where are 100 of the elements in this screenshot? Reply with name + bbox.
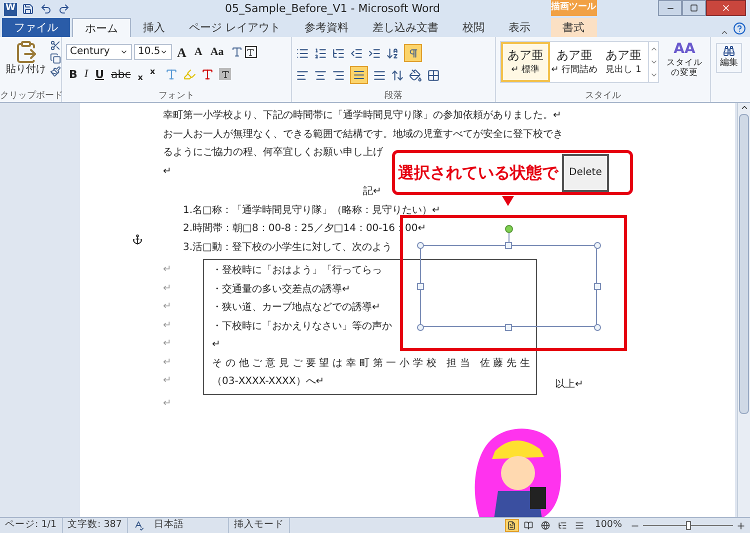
shrink-font-button[interactable]: A bbox=[191, 43, 206, 61]
resize-handle[interactable] bbox=[505, 324, 512, 331]
increase-indent-icon[interactable] bbox=[368, 46, 381, 60]
zoom-level[interactable]: 100% bbox=[590, 518, 627, 533]
box-text: ・交通量の多い交差点の誘導↵ bbox=[212, 284, 350, 294]
close-button[interactable] bbox=[706, 0, 746, 16]
subscript-button[interactable]: x bbox=[134, 65, 146, 83]
shading-icon[interactable] bbox=[409, 68, 422, 82]
minimize-ribbon-icon[interactable] bbox=[719, 28, 729, 37]
word-count[interactable]: 文字数: 387 bbox=[62, 518, 128, 533]
box-text: ・狭い道、カーブ地点などでの誘導↵ bbox=[212, 302, 380, 313]
distributed-icon[interactable] bbox=[373, 68, 386, 82]
style-gallery-item[interactable]: あア亜 ↵ 標準 bbox=[501, 42, 550, 82]
change-styles-button[interactable]: AA スタイルの変更 bbox=[663, 41, 706, 78]
binoculars-icon bbox=[723, 45, 735, 57]
box-text: ・下校時に「おかえりなさい」等の声か bbox=[212, 320, 392, 332]
numbered-list-icon[interactable] bbox=[314, 46, 327, 60]
view-mode-icon[interactable] bbox=[504, 519, 519, 532]
phonetic-guide-icon[interactable] bbox=[230, 46, 243, 58]
style-gallery-item[interactable]: あア亜 見出し 1 bbox=[599, 42, 648, 82]
align-left-icon[interactable] bbox=[296, 68, 309, 82]
insert-mode-indicator[interactable]: 挿入モード bbox=[228, 518, 290, 533]
borders-icon[interactable] bbox=[427, 68, 440, 82]
change-case-button[interactable]: Aa bbox=[207, 43, 227, 61]
decrease-indent-icon[interactable] bbox=[350, 46, 363, 60]
paragraph-mark: ↵ bbox=[163, 374, 172, 388]
language-indicator[interactable]: 日本語 bbox=[148, 518, 229, 533]
sort-icon[interactable] bbox=[386, 46, 399, 60]
scroll-up-icon[interactable] bbox=[740, 103, 748, 112]
enclosed-character-icon[interactable] bbox=[244, 46, 257, 58]
ribbon-tab[interactable]: ページ レイアウト bbox=[177, 18, 292, 37]
underline-button[interactable]: U bbox=[92, 65, 107, 83]
vertical-scrollbar[interactable] bbox=[737, 103, 750, 517]
align-right-icon[interactable] bbox=[332, 68, 345, 82]
format-painter-icon[interactable] bbox=[50, 66, 61, 77]
paste-button[interactable]: 貼り付け bbox=[6, 40, 46, 76]
paragraph-mark: ↵ bbox=[163, 318, 172, 332]
align-center-icon[interactable] bbox=[314, 68, 327, 82]
ribbon-tab[interactable]: 挿入 bbox=[131, 18, 177, 37]
list-item-text: 1.名□称：「通学時間見守り隊」（略称：見守りたい）↵ bbox=[183, 204, 440, 216]
font-name-field[interactable]: Century bbox=[66, 44, 132, 60]
paragraph-mark: ↵ bbox=[163, 263, 172, 277]
text-effect-icon[interactable] bbox=[165, 68, 178, 80]
paragraph-mark: ↵ bbox=[163, 398, 172, 408]
close-icon bbox=[721, 3, 731, 13]
group-label: クリップボード bbox=[0, 90, 61, 102]
ribbon-tab[interactable]: 差し込み文書 bbox=[360, 18, 450, 37]
paragraph-text: ↵ bbox=[163, 166, 172, 176]
window-title: 05_Sample_Before_V1 - Microsoft Word bbox=[225, 0, 440, 17]
resize-handle[interactable] bbox=[417, 283, 424, 290]
zoom-slider[interactable] bbox=[643, 520, 733, 530]
italic-button[interactable]: I bbox=[81, 65, 92, 83]
multilevel-list-icon[interactable] bbox=[332, 46, 345, 60]
bullet-list-icon[interactable] bbox=[296, 46, 309, 60]
copy-icon[interactable] bbox=[50, 53, 61, 64]
maximize-icon bbox=[690, 4, 698, 12]
group-label: スタイル bbox=[584, 90, 622, 102]
anchor-icon bbox=[132, 234, 143, 245]
ribbon-tab[interactable]: 書式 bbox=[550, 18, 596, 37]
list-item-text: 3.活□動：登下校の小学生に対して、次のよう bbox=[183, 242, 392, 252]
grow-font-button[interactable]: A bbox=[174, 43, 190, 61]
paragraph-text: 幸町第一小学校より、下記の時間帯に「通学時間見守り隊」の参加依頼がありました。↵ bbox=[163, 110, 562, 121]
redo-icon[interactable] bbox=[57, 3, 71, 15]
ribbon-tab[interactable]: ファイル bbox=[2, 18, 70, 37]
group-label: フォント bbox=[158, 90, 196, 102]
bold-button[interactable]: B bbox=[66, 65, 80, 83]
resize-handle[interactable] bbox=[594, 283, 601, 290]
heading-text: 記↵ bbox=[363, 186, 382, 197]
closing-text: 以上↵ bbox=[555, 378, 584, 392]
contextual-tab-header: 描画ツール bbox=[550, 0, 596, 16]
help-icon[interactable] bbox=[733, 22, 746, 35]
cut-icon[interactable] bbox=[50, 40, 61, 51]
resize-handle[interactable] bbox=[505, 242, 512, 249]
character-shading-icon[interactable] bbox=[219, 68, 232, 80]
undo-icon[interactable] bbox=[39, 3, 53, 15]
paragraph-mark-icon[interactable] bbox=[404, 44, 422, 62]
ribbon-tab[interactable]: 表示 bbox=[496, 18, 542, 37]
paragraph-mark: ↵ bbox=[163, 356, 172, 370]
zoom-in-icon[interactable] bbox=[736, 520, 746, 530]
zoom-slider-thumb[interactable] bbox=[686, 521, 691, 530]
justify-icon[interactable] bbox=[350, 66, 368, 84]
editing-button[interactable]: 編集 bbox=[716, 43, 742, 72]
style-gallery-item[interactable]: あア亜 ↵ 行間詰め bbox=[550, 42, 599, 82]
superscript-button[interactable]: x bbox=[146, 65, 158, 83]
paragraph-mark: ↵ bbox=[163, 300, 172, 314]
box-text: ↵ bbox=[212, 339, 220, 350]
ribbon-tab[interactable]: 参考資料 bbox=[292, 18, 360, 37]
callout-text: 選択されている状態で bbox=[398, 162, 558, 184]
strikethrough-button[interactable]: abc bbox=[108, 65, 134, 83]
maximize-button[interactable] bbox=[682, 0, 706, 16]
page-count[interactable]: ページ: 1/1 bbox=[0, 518, 63, 533]
ribbon-tab[interactable]: 校閲 bbox=[450, 18, 496, 37]
rotation-handle[interactable] bbox=[504, 225, 514, 242]
ribbon-tab[interactable]: ホーム bbox=[72, 18, 131, 37]
delete-key: Delete bbox=[562, 154, 609, 192]
line-spacing-icon[interactable] bbox=[391, 68, 404, 82]
font-color-icon[interactable] bbox=[201, 68, 214, 80]
box-text: ・登校時に「おはよう」「行ってらっ bbox=[212, 265, 382, 276]
save-icon[interactable] bbox=[21, 3, 35, 15]
font-size-field[interactable]: 10.5 bbox=[134, 44, 172, 60]
